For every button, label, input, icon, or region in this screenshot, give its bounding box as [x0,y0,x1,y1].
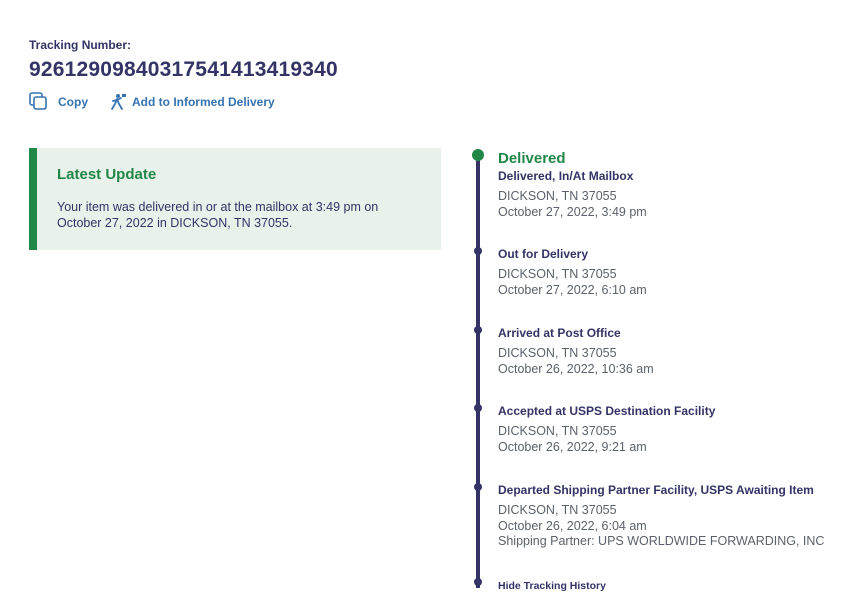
event-datetime: October 27, 2022, 6:10 am [498,282,647,297]
event-datetime: October 27, 2022, 3:49 pm [498,204,647,219]
event-title: Arrived at Post Office [498,326,621,340]
tracking-event: Accepted at USPS Destination Facility DI… [498,404,843,455]
informed-delivery-icon [109,93,132,111]
timeline-dot [474,483,482,491]
add-to-informed-delivery-button[interactable]: Add to Informed Delivery [109,93,275,111]
timeline-line [476,154,480,588]
copy-icon [29,92,58,111]
event-title: Departed Shipping Partner Facility, USPS… [498,483,814,497]
tracking-event: Departed Shipping Partner Facility, USPS… [498,483,843,550]
latest-update-message: Your item was delivered in or at the mai… [57,200,379,230]
event-note: Shipping Partner: UPS WORLDWIDE FORWARDI… [498,534,825,548]
timeline-dot [474,326,482,334]
copy-label: Copy [58,94,88,109]
timeline-dot [474,404,482,412]
latest-update-title: Latest Update [57,166,157,183]
event-location: DICKSON, TN 37055 [498,424,617,438]
tracking-number-label: Tracking Number: [29,38,132,52]
tracking-event: Delivered Delivered, In/At Mailbox DICKS… [498,150,843,220]
event-title: Out for Delivery [498,247,589,261]
hide-tracking-history-link[interactable]: Hide Tracking History [498,580,606,592]
timeline-dot-current [472,149,484,161]
event-location: DICKSON, TN 37055 [498,346,617,360]
tracking-number: 92612909840317541413419340 [29,58,338,81]
event-datetime: October 26, 2022, 6:04 am [498,518,647,533]
tracking-event: Out for Delivery DICKSON, TN 37055 Octob… [498,247,843,298]
informed-delivery-label: Add to Informed Delivery [132,94,275,109]
latest-update-panel: Latest Update Your item was delivered in… [29,148,441,250]
tracking-event: Arrived at Post Office DICKSON, TN 37055… [498,326,843,377]
tracking-timeline: Delivered Delivered, In/At Mailbox DICKS… [468,146,846,602]
timeline-dot [474,578,482,586]
event-datetime: October 26, 2022, 9:21 am [498,439,647,454]
event-title: Accepted at USPS Destination Facility [498,404,716,418]
copy-button[interactable]: Copy [29,92,88,111]
tracking-actions: Copy Add to Informed Delivery [29,92,275,111]
event-title: Delivered, In/At Mailbox [498,169,634,183]
timeline-dot [474,247,482,255]
event-datetime: October 26, 2022, 10:36 am [498,361,654,376]
event-location: DICKSON, TN 37055 [498,267,617,281]
event-location: DICKSON, TN 37055 [498,503,617,517]
current-status: Delivered [498,150,566,167]
event-location: DICKSON, TN 37055 [498,189,617,203]
